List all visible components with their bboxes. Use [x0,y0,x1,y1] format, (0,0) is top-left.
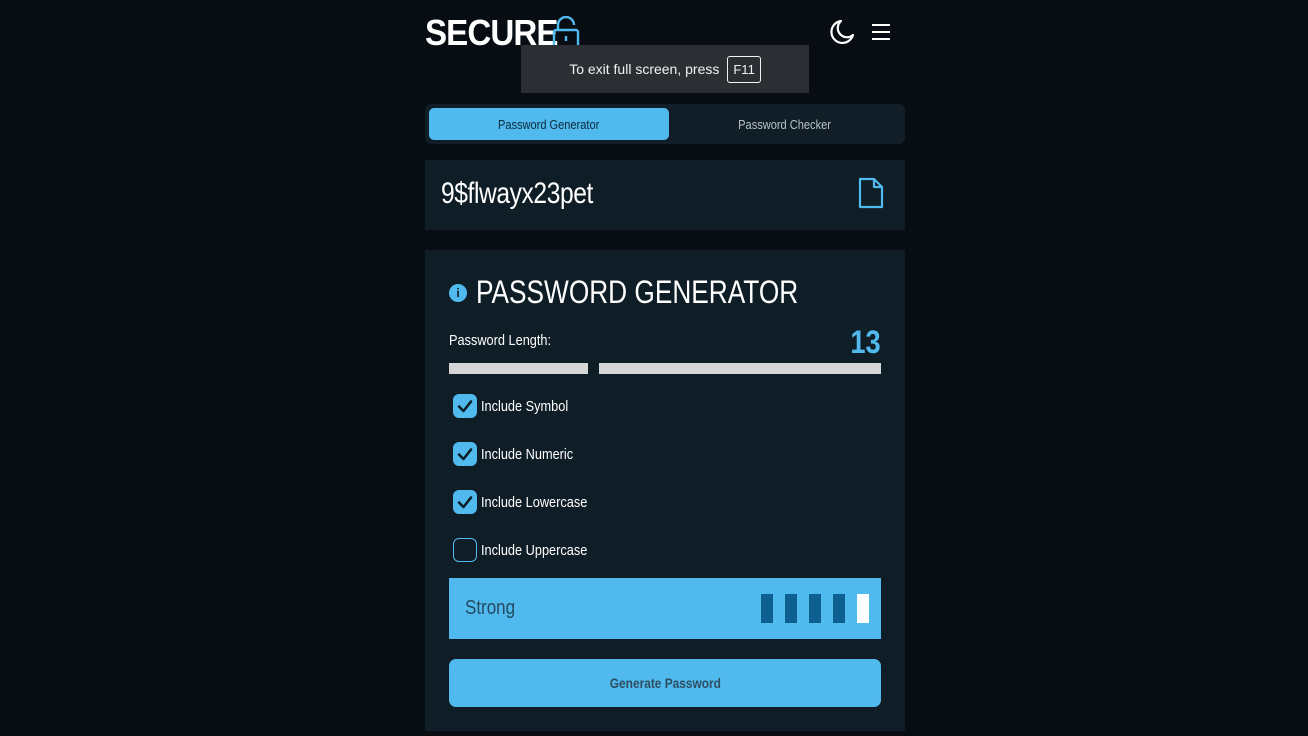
mode-tabs: Password Generator Password Checker [425,104,905,144]
unlocked-padlock-icon [552,16,580,48]
option-label: Include Uppercase [481,541,588,559]
panel-title: PASSWORD GENERATOR [476,274,799,310]
length-value: 13 [850,324,881,360]
option-label: Include Lowercase [481,493,588,511]
checkbox[interactable] [453,538,477,562]
option-include-numeric[interactable]: Include Numeric [453,442,589,466]
hamburger-menu-icon[interactable] [871,22,891,42]
checkmark-icon [457,400,473,413]
checkbox[interactable] [453,442,477,466]
info-glyph: i [456,286,460,300]
strength-bar [833,594,845,623]
generate-button-label: Generate Password [609,675,721,691]
length-label: Password Length: [449,332,552,349]
option-include-uppercase[interactable]: Include Uppercase [453,538,606,562]
moon-icon[interactable] [829,19,855,45]
strength-label: Strong [465,597,516,619]
document-copy-icon[interactable] [858,177,884,209]
checkbox[interactable] [453,394,477,418]
strength-meter: Strong [449,578,881,639]
fullscreen-toast: To exit full screen, press F11 [521,45,809,93]
generated-password[interactable]: 9$flwayx23pet [441,177,593,211]
checkmark-icon [457,496,473,509]
password-output: 9$flwayx23pet [425,160,905,230]
strength-bar [785,594,797,623]
checkbox[interactable] [453,490,477,514]
option-include-symbol[interactable]: Include Symbol [453,394,584,418]
strength-bars [761,594,869,623]
option-label: Include Symbol [481,397,569,415]
info-icon[interactable]: i [449,284,467,302]
tab-password-generator[interactable]: Password Generator [429,108,669,140]
option-include-lowercase[interactable]: Include Lowercase [453,490,606,514]
strength-bar [809,594,821,623]
generator-panel: i PASSWORD GENERATOR Password Length: 13… [425,250,905,731]
option-label: Include Numeric [481,445,574,463]
strength-bar [857,594,869,623]
length-slider[interactable] [449,361,881,376]
toast-key: F11 [727,55,761,83]
strength-bar [761,594,773,623]
slider-thumb[interactable] [588,361,599,376]
toast-message: To exit full screen, press [569,61,720,77]
tab-label: Password Checker [738,116,832,132]
tab-label: Password Generator [498,116,600,132]
generate-password-button[interactable]: Generate Password [449,659,881,707]
tab-password-checker[interactable]: Password Checker [665,108,905,140]
checkmark-icon [457,448,473,461]
